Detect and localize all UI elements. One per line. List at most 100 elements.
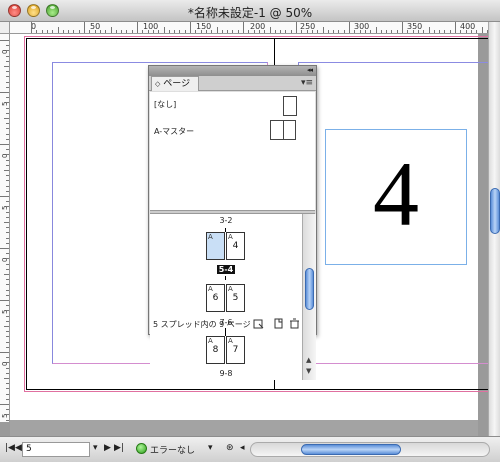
scroll-left-icon[interactable]: ◂ [240, 443, 245, 453]
preflight-status[interactable]: エラーなし [150, 443, 195, 456]
ruler-tick [285, 30, 287, 33]
masters-section: [なし] A-マスター [150, 92, 315, 210]
page-thumb-8[interactable]: A 7 [226, 336, 245, 364]
horizontal-scroll-thumb[interactable] [301, 444, 401, 455]
ruler-tick [6, 419, 9, 421]
ruler-tick [6, 331, 9, 333]
ruler-tick [6, 76, 9, 78]
ruler-tick [6, 149, 9, 151]
ruler-tick [6, 409, 9, 411]
ruler-tick [439, 30, 441, 33]
horizontal-ruler[interactable]: 0 50 100 150 200 250 300 350 400 [10, 22, 488, 34]
ruler-tick [317, 30, 319, 33]
ruler-tick [269, 27, 271, 33]
ruler-tick [407, 30, 409, 33]
ruler-tick [158, 30, 160, 33]
vertical-scrollbar[interactable] [488, 22, 500, 436]
ruler-tick [232, 30, 234, 33]
master-prefix: A [208, 285, 213, 293]
ruler-tick [6, 388, 9, 390]
spread-label[interactable]: 9-8 [206, 369, 246, 378]
page-size-icon[interactable] [253, 318, 264, 329]
ruler-tick [121, 30, 123, 33]
ruler-tick [4, 118, 9, 119]
preflight-status-icon [136, 443, 147, 454]
pages-summary: 5 スプレッド内の 9 ページ [153, 320, 251, 329]
ruler-tick [179, 30, 181, 33]
page-thumb-number: 8 [212, 345, 219, 355]
next-page-icon[interactable]: ▶ [104, 443, 111, 453]
page-thumb-9[interactable]: A 8 [206, 336, 225, 364]
first-page-icon[interactable]: |◀ [5, 443, 15, 453]
ruler-tick [237, 30, 239, 33]
page-number-text-frame[interactable]: 4 [325, 129, 467, 265]
ruler-tick [131, 30, 133, 33]
ruler-tick [6, 289, 9, 291]
ruler-tick [227, 30, 229, 33]
ruler-tick [253, 30, 255, 33]
vertical-ruler[interactable]: 0 5 0 5 0 5 0 5 [0, 34, 10, 422]
ruler-tick [386, 30, 388, 33]
previous-page-icon[interactable]: ◀ [15, 443, 22, 453]
page-thumb-5[interactable]: A [206, 232, 225, 260]
new-page-icon[interactable] [273, 318, 284, 329]
tab-toggle-icon: ◇ [155, 80, 161, 88]
ruler-tick [306, 30, 308, 33]
page-thumb-4[interactable]: A 4 [226, 232, 245, 260]
ruler-origin[interactable] [0, 22, 10, 34]
ruler-tick [6, 123, 9, 125]
ruler-tick [375, 27, 377, 33]
ruler-tick [338, 30, 340, 33]
ruler-label: 300 [354, 22, 370, 31]
vertical-scroll-thumb[interactable] [490, 188, 500, 234]
panel-drag-bar[interactable]: ◂◂ [149, 66, 316, 76]
page-menu-icon[interactable]: ▾ [93, 443, 98, 453]
ruler-tick [423, 30, 425, 33]
page-thumb-6[interactable]: A 5 [226, 284, 245, 312]
ruler-tick [52, 30, 54, 33]
ruler-tick [465, 30, 467, 33]
horizontal-scrollbar[interactable] [250, 442, 490, 457]
panel-tab-bar: ◇ ページ ▾≡ [149, 76, 316, 91]
scroll-down-icon[interactable]: ▼ [306, 367, 311, 375]
last-page-icon[interactable]: ▶| [114, 443, 124, 453]
scroll-up-icon[interactable]: ▲ [306, 356, 311, 364]
pages-scroll-thumb[interactable] [305, 268, 314, 310]
master-none-thumb[interactable] [283, 96, 297, 116]
ruler-tick [200, 30, 202, 33]
panel-menu-icon[interactable]: ▾≡ [301, 78, 313, 88]
master-a-label[interactable]: A-マスター [154, 126, 194, 137]
page-number-field[interactable]: 5 [22, 442, 90, 457]
pages-scrollbar[interactable]: ▲ ▼ [302, 214, 316, 380]
ruler-tick [470, 30, 472, 33]
ruler-tick [6, 268, 9, 270]
ruler-tick [62, 30, 64, 33]
ruler-tick [6, 216, 9, 218]
ruler-tick [142, 30, 144, 33]
collapse-icon[interactable]: ◂◂ [307, 66, 313, 74]
page-thumb-7[interactable]: A 6 [206, 284, 225, 312]
ruler-tick [327, 30, 329, 33]
tab-pages[interactable]: ◇ ページ [151, 76, 199, 91]
open-in-bridge-icon[interactable]: ⊛ [226, 443, 234, 453]
ruler-tick [6, 86, 9, 88]
spread-label[interactable]: 3-2 [206, 216, 246, 225]
ruler-tick [280, 30, 282, 33]
ruler-tick [6, 263, 9, 265]
trash-icon[interactable] [289, 318, 300, 329]
ruler-tick [115, 30, 117, 33]
ruler-label: 350 [407, 22, 423, 31]
preflight-menu-icon[interactable]: ▾ [208, 443, 213, 453]
ruler-label: 100 [143, 22, 159, 31]
ruler-tick [258, 30, 260, 33]
ruler-tick [6, 227, 9, 229]
ruler-tick [6, 102, 9, 104]
pages-panel: ◂◂ ◇ ページ ▾≡ [なし] A-マスター 3-2 A A 4 5-4 A … [148, 65, 317, 380]
ruler-tick [4, 326, 9, 327]
ruler-tick [6, 81, 9, 83]
ruler-tick [248, 30, 250, 33]
master-a-thumb[interactable] [270, 120, 296, 140]
master-none-label[interactable]: [なし] [154, 99, 176, 110]
spread-label-selected[interactable]: 5-4 [217, 265, 235, 274]
ruler-tick [333, 30, 335, 33]
